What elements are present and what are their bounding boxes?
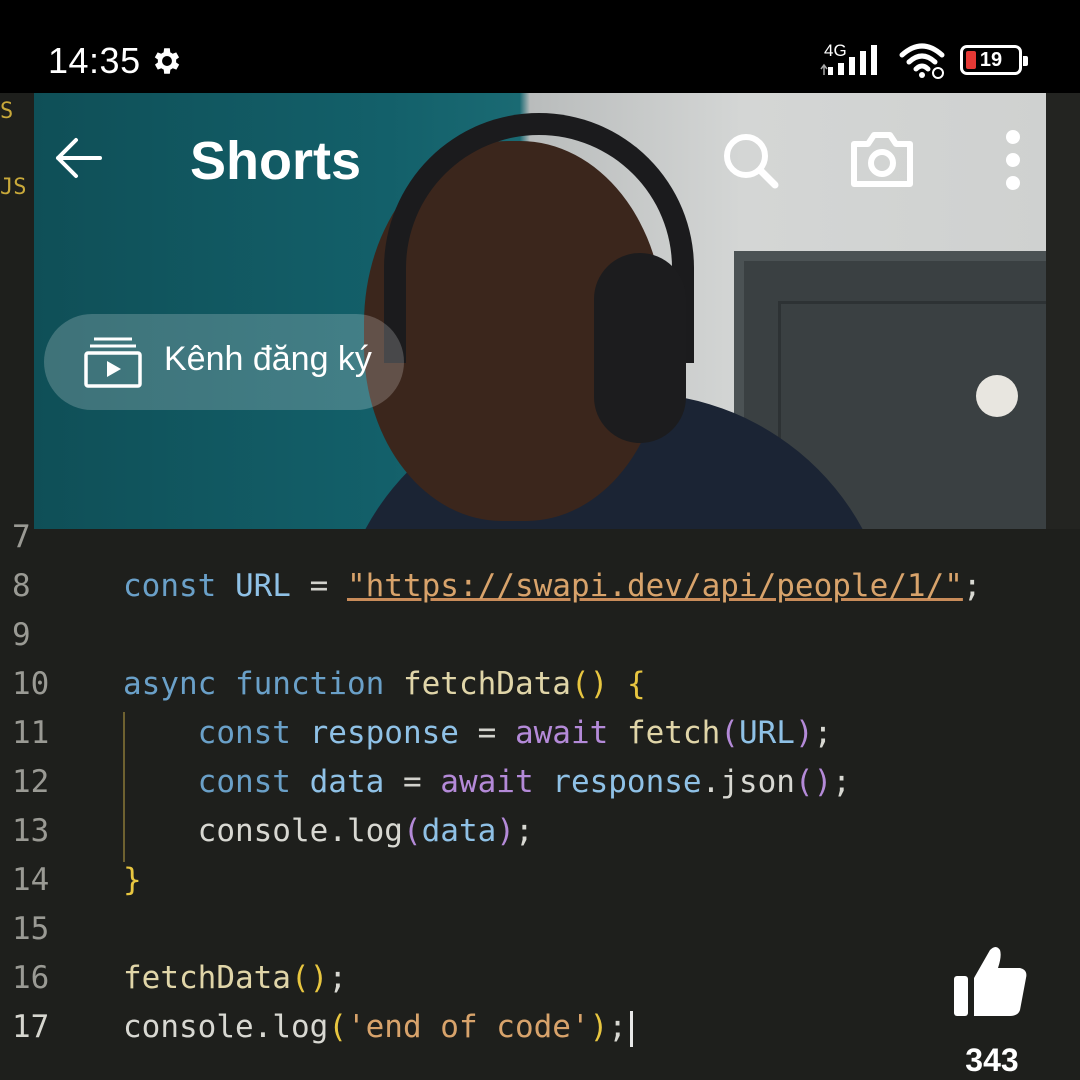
back-arrow-icon[interactable] bbox=[50, 132, 106, 184]
code-token: fetchData bbox=[402, 666, 571, 702]
code-token: response bbox=[309, 715, 459, 751]
code-token: 'end of code' bbox=[346, 1009, 590, 1045]
code-token: () bbox=[570, 666, 627, 702]
code-token: .log bbox=[253, 1009, 329, 1045]
like-count: 343 bbox=[965, 1042, 1019, 1078]
code-token: { bbox=[626, 666, 646, 702]
code-token: console bbox=[123, 813, 329, 849]
thumbs-up-icon[interactable] bbox=[950, 944, 1030, 1020]
wifi-icon bbox=[899, 43, 945, 79]
code-token: ( bbox=[720, 715, 739, 751]
subscriptions-icon bbox=[84, 337, 142, 388]
code-text: fetchData(); bbox=[123, 954, 347, 1003]
page-title: Shorts bbox=[190, 131, 362, 191]
code-token: const bbox=[123, 715, 310, 751]
code-token: ; bbox=[514, 813, 534, 849]
code-line: 8 const URL = "https://swapi.dev/api/peop… bbox=[0, 562, 1080, 611]
code-line: 12 const data = await response.json(); bbox=[0, 758, 1080, 807]
code-token: URL bbox=[234, 568, 291, 604]
code-text: console.log(data); bbox=[123, 807, 534, 856]
code-token: .json bbox=[701, 764, 795, 800]
code-text: const response = await fetch(URL); bbox=[123, 709, 833, 758]
code-token: ; bbox=[328, 960, 347, 996]
code-token: "https://swapi.dev/api/people/1/" bbox=[346, 568, 963, 604]
code-token: () bbox=[290, 960, 329, 996]
search-icon[interactable] bbox=[720, 130, 780, 190]
line-number: 10 bbox=[12, 666, 50, 702]
code-token: URL bbox=[738, 715, 795, 751]
code-token: fetch bbox=[626, 715, 721, 751]
status-bar: 14:35 4G 19 bbox=[0, 0, 1080, 93]
code-token: await bbox=[440, 764, 553, 800]
code-token: ( bbox=[328, 1009, 347, 1045]
subscriptions-label: Kênh đăng ký bbox=[164, 340, 372, 378]
subscriptions-button[interactable]: Kênh đăng ký bbox=[44, 314, 404, 410]
camera-icon[interactable] bbox=[850, 130, 914, 188]
code-token: await bbox=[514, 715, 627, 751]
code-token: data bbox=[309, 764, 385, 800]
code-token: ( bbox=[402, 813, 422, 849]
code-token: ) bbox=[589, 1009, 609, 1045]
code-token: () bbox=[794, 764, 833, 800]
code-line: 17 console.log('end of code'); bbox=[0, 1003, 1080, 1052]
code-token: ; bbox=[832, 764, 851, 800]
signal-icon: 4G bbox=[820, 41, 884, 79]
line-number: 13 bbox=[12, 813, 50, 849]
code-token: .log bbox=[328, 813, 403, 849]
line-number: 12 bbox=[12, 764, 50, 800]
code-line: 10 async function fetchData() { bbox=[0, 660, 1080, 709]
code-token: console bbox=[123, 1009, 254, 1045]
headphone-cup bbox=[594, 253, 686, 443]
code-text: const data = await response.json(); bbox=[123, 758, 851, 807]
code-text: console.log('end of code'); bbox=[123, 1003, 633, 1052]
code-token: = bbox=[290, 568, 347, 604]
status-time: 14:35 bbox=[48, 40, 141, 81]
code-line: 11 const response = await fetch(URL); bbox=[0, 709, 1080, 758]
editor-right-strip bbox=[1046, 93, 1080, 533]
gutter-mark: S bbox=[0, 99, 14, 124]
code-token: response bbox=[552, 764, 702, 800]
code-token: ; bbox=[608, 1009, 627, 1045]
line-number: 11 bbox=[12, 715, 50, 751]
gear-icon bbox=[154, 48, 180, 74]
code-token: ; bbox=[962, 568, 982, 604]
code-text: const URL = "https://swapi.dev/api/peopl… bbox=[123, 562, 982, 611]
battery-percent: 19 bbox=[979, 49, 1003, 71]
code-token: data bbox=[421, 813, 497, 849]
line-number: 16 bbox=[12, 960, 50, 996]
editor-gutter-strip: S JS bbox=[0, 93, 36, 533]
line-number: 7 bbox=[12, 519, 31, 555]
gutter-mark: JS bbox=[0, 175, 27, 200]
code-token: ; bbox=[813, 715, 833, 751]
battery-icon: 19 bbox=[960, 45, 1028, 75]
code-token: ) bbox=[496, 813, 515, 849]
code-token: ) bbox=[794, 715, 814, 751]
indent-guide bbox=[123, 712, 125, 862]
code-line: 13 console.log(data); bbox=[0, 807, 1080, 856]
line-number: 9 bbox=[12, 617, 31, 653]
code-line: 9 bbox=[0, 611, 1080, 660]
code-line: 7 bbox=[0, 513, 1080, 562]
code-line: 15 bbox=[0, 905, 1080, 954]
line-number: 17 bbox=[12, 1009, 50, 1045]
code-token: async bbox=[123, 666, 235, 702]
code-token: = bbox=[458, 715, 515, 751]
line-number: 8 bbox=[12, 568, 31, 604]
text-cursor bbox=[629, 1010, 633, 1047]
code-line: 14} bbox=[0, 856, 1080, 905]
code-token: function bbox=[234, 666, 403, 702]
line-number: 15 bbox=[12, 911, 50, 947]
code-token: } bbox=[123, 862, 142, 898]
code-token: fetchData bbox=[123, 960, 291, 996]
code-token: const bbox=[123, 568, 235, 604]
more-vert-icon[interactable] bbox=[996, 128, 1030, 192]
line-number: 14 bbox=[12, 862, 50, 898]
code-text: } bbox=[123, 856, 142, 905]
code-token: const bbox=[123, 764, 310, 800]
code-line: 16 fetchData(); bbox=[0, 954, 1080, 1003]
code-text: async function fetchData() { bbox=[123, 660, 646, 709]
code-token: = bbox=[384, 764, 441, 800]
